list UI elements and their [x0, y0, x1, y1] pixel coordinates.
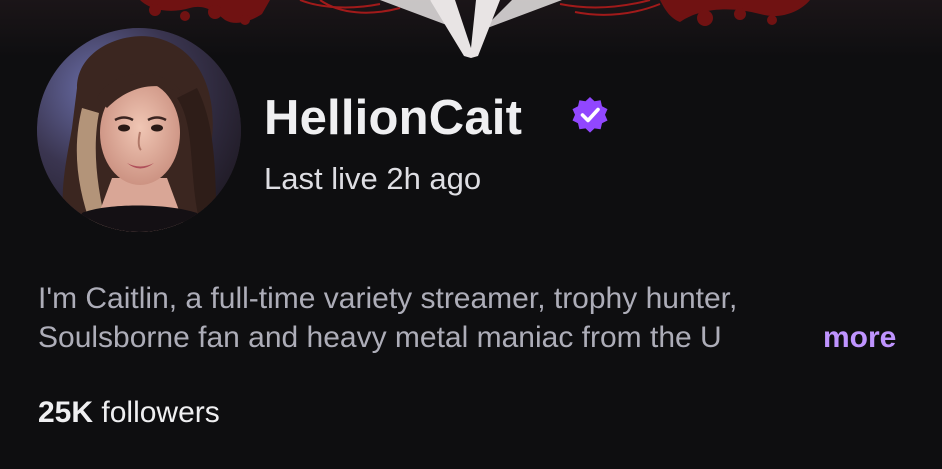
- follower-count-value: 25K: [38, 396, 94, 429]
- last-live-status: Last live 2h ago: [264, 161, 482, 196]
- bio-more-link[interactable]: more: [823, 318, 896, 357]
- channel-bio: I'm Caitlin, a full-time variety streame…: [38, 279, 918, 357]
- bio-line-1: I'm Caitlin, a full-time variety streame…: [38, 282, 738, 315]
- channel-name[interactable]: HellionCait: [264, 90, 522, 146]
- bio-line-2: Soulsborne fan and heavy metal maniac fr…: [38, 321, 722, 354]
- follower-count: 25K followers: [38, 394, 220, 432]
- follower-count-label: followers: [101, 396, 220, 429]
- channel-avatar[interactable]: [37, 28, 241, 232]
- verified-badge-icon: [570, 95, 610, 135]
